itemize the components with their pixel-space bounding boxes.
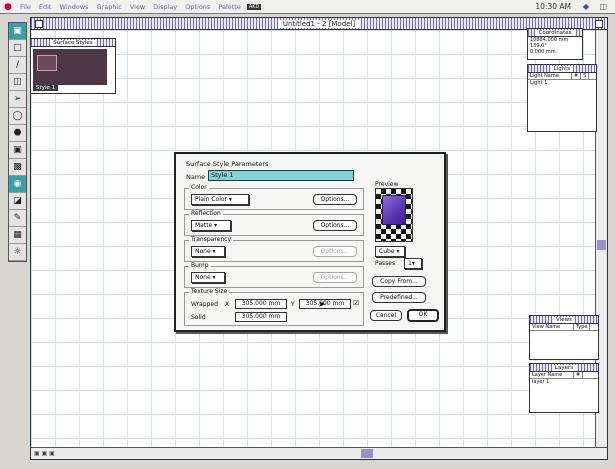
camera-tool-icon[interactable]: ▣ [9, 142, 26, 159]
window-title: Untitled1 - 2 [Model] [277, 19, 361, 28]
solid-label: Solid [191, 314, 206, 321]
lights-column-header: Light Name # S [528, 73, 596, 80]
link-lock-icon[interactable]: ☑ [353, 299, 359, 307]
application-icon[interactable]: ◫ [599, 2, 607, 11]
bump-group: Bump None ▾ Options... [184, 262, 364, 288]
lights-titlebar[interactable]: Lights [528, 65, 596, 73]
mouse-cursor-icon: ➤ [318, 300, 326, 310]
menu-badge[interactable]: AKD [246, 3, 262, 10]
copy-from-button[interactable]: Copy From... [372, 276, 426, 287]
menu-bar: ● File Edit Windows Graphic View Display… [0, 0, 615, 14]
layers-titlebar[interactable]: Layers [530, 364, 598, 372]
surface-style-list[interactable] [33, 49, 107, 85]
preview-shape-popup[interactable]: Cube ▾ [375, 246, 405, 257]
window-titlebar[interactable]: Untitled1 - 2 [Model] [31, 18, 607, 30]
horizontal-scrollbar[interactable]: ▣ ▣ ▣ [31, 447, 607, 459]
pointer-tool-icon[interactable]: ➢ [9, 91, 26, 108]
solid-tool-icon[interactable]: ⬣ [9, 125, 26, 142]
menu-windows[interactable]: Windows [55, 3, 92, 11]
wrapped-x-field[interactable]: 305.000 mm [235, 299, 287, 309]
coordinate-row: 0.000 mm [530, 49, 556, 55]
transparency-group: Transparency None ▾ Options... [184, 236, 364, 262]
predefined-button[interactable]: Predefined... [372, 292, 426, 303]
zoom-box-icon[interactable] [595, 20, 603, 28]
cancel-button[interactable]: Cancel [370, 310, 402, 321]
menu-palette[interactable]: Palette [214, 3, 245, 11]
surface-style-swatch[interactable] [37, 55, 57, 71]
apple-menu-icon[interactable]: ● [0, 2, 16, 12]
zoom-menu-icon[interactable]: ▣ ▣ ▣ [31, 450, 58, 457]
menu-file[interactable]: File [16, 3, 35, 11]
line-tool-icon[interactable]: ∕ [9, 57, 26, 74]
wrapped-y-label: Y [291, 301, 295, 308]
views-column-header: View Name Type [530, 324, 598, 331]
lights-palette: Lights Light Name # S Light 1 [527, 64, 597, 132]
cube-tool-icon[interactable]: ▣ [9, 23, 26, 40]
reflection-label: Reflection [189, 210, 223, 217]
layers-column-header: Layer Name # [530, 372, 598, 379]
menu-clock: 10:30 AM [535, 2, 571, 11]
menu-display[interactable]: Display [149, 3, 181, 11]
name-field[interactable]: Style 1 [208, 170, 354, 181]
transparency-popup[interactable]: None ▾ [191, 246, 225, 257]
menu-edit[interactable]: Edit [35, 3, 56, 11]
dialog-title: Surface Style Parameters [186, 160, 269, 168]
coordinates-palette: Coordinates 10884.000 mm 139.0° 0.000 mm [527, 28, 583, 60]
color-options-button[interactable]: Options... [313, 194, 357, 205]
pen-tool-icon[interactable]: ✎ [9, 210, 26, 227]
list-item[interactable]: Light 1 [528, 80, 596, 86]
bump-popup[interactable]: None ▾ [191, 272, 225, 283]
list-item[interactable]: layer 1 [530, 379, 598, 385]
menu-view[interactable]: View [126, 3, 149, 11]
box-tool-icon[interactable]: ◫ [9, 74, 26, 91]
surface-styles-palette: Surface Styles Style 1 [30, 38, 116, 94]
preview-image [375, 188, 413, 242]
surface-style-selected[interactable]: Style 1 [33, 85, 59, 91]
texture-size-group: Texture Size Wrapped X 305.000 mm Y 305.… [184, 288, 364, 326]
menu-options[interactable]: Options [181, 3, 214, 11]
rectangle-tool-icon[interactable]: □ [9, 40, 26, 57]
tool-palette: ▣ □ ∕ ◫ ➢ ◯ ⬣ ▣ ▩ ◉ ◪ ✎ ▦ ☼ [8, 22, 27, 262]
reflection-options-button[interactable]: Options... [313, 220, 357, 231]
coordinates-titlebar[interactable]: Coordinates [528, 29, 582, 37]
vertical-scroll-thumb[interactable] [597, 240, 606, 250]
bump-options-button[interactable]: Options... [313, 272, 357, 283]
transparency-options-button[interactable]: Options... [313, 246, 357, 257]
wrapped-x-label: X [225, 301, 230, 308]
surface-styles-titlebar[interactable]: Surface Styles [31, 39, 115, 47]
render-tool-icon[interactable]: ◉ [9, 176, 26, 193]
passes-popup[interactable]: 1▾ [404, 258, 422, 269]
wrapped-label: Wrapped [191, 301, 218, 308]
horizontal-scroll-thumb[interactable] [361, 449, 373, 458]
menu-graphic[interactable]: Graphic [93, 3, 126, 11]
help-icon[interactable]: ◆ [583, 2, 589, 11]
name-label: Name [186, 173, 206, 181]
views-titlebar[interactable]: Views [530, 316, 598, 324]
color-label: Color [189, 184, 209, 191]
reflection-group: Reflection Matte ▾ Options... [184, 210, 364, 236]
color-group: Color Plain Color ▾ Options... [184, 184, 364, 210]
extrude-tool-icon[interactable]: ▩ [9, 159, 26, 176]
solid-field[interactable]: 305.000 mm [235, 312, 287, 322]
layers-palette: Layers Layer Name # layer 1 [529, 363, 599, 413]
ok-button[interactable]: OK [407, 309, 439, 322]
building-tool-icon[interactable]: ▦ [9, 227, 26, 244]
surface-style-dialog: Surface Style Parameters Name Style 1 Co… [174, 152, 446, 332]
light-tool-icon[interactable]: ☼ [9, 244, 26, 261]
close-box-icon[interactable] [35, 20, 43, 28]
color-popup[interactable]: Plain Color ▾ [191, 194, 249, 205]
passes-label: Passes [375, 260, 396, 267]
reflection-popup[interactable]: Matte ▾ [191, 220, 231, 231]
texture-size-label: Texture Size [189, 288, 230, 295]
preview-label: Preview [375, 181, 399, 188]
sphere-tool-icon[interactable]: ◯ [9, 108, 26, 125]
lathe-tool-icon[interactable]: ◪ [9, 193, 26, 210]
bump-label: Bump [189, 262, 211, 269]
views-palette: Views View Name Type [529, 315, 599, 360]
transparency-label: Transparency [189, 236, 234, 243]
preview-cube [382, 195, 406, 225]
